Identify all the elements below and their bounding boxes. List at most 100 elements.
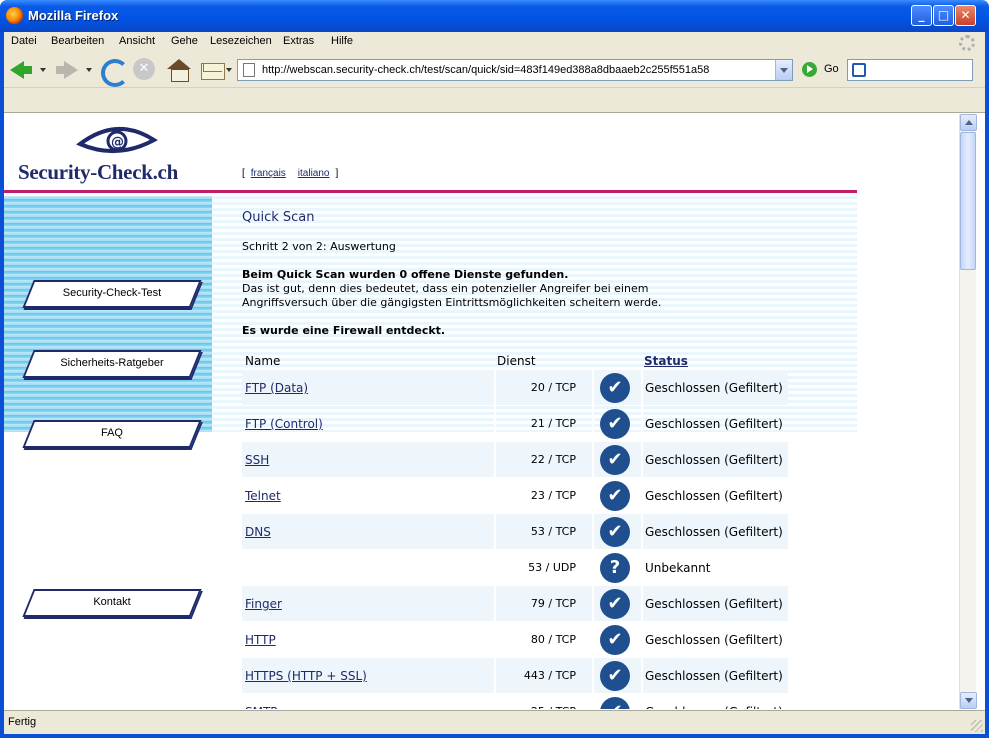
step-indicator: Schritt 2 von 2: Auswertung [242, 240, 396, 253]
vertical-scrollbar[interactable] [959, 114, 977, 709]
nav-sicherheits-ratgeber[interactable]: Sicherheits-Ratgeber [22, 350, 202, 378]
table-row: DNS 53 / TCP ✔ Geschlossen (Gefiltert) [242, 514, 788, 550]
status-text: Fertig [8, 716, 37, 728]
service-port: 20 / TCP [530, 381, 576, 394]
menu-hilfe[interactable]: Hilfe [331, 35, 353, 47]
service-port: 25 / TCP [498, 705, 576, 709]
service-name-link[interactable]: Telnet [245, 489, 281, 503]
forward-dropdown-icon[interactable] [86, 68, 92, 72]
service-status: Unbekannt [645, 561, 711, 575]
sidebar-background [4, 196, 212, 432]
forward-icon[interactable] [54, 58, 80, 82]
back-dropdown-icon[interactable] [40, 68, 46, 72]
column-header-dienst: Dienst [497, 354, 536, 368]
service-port: 53 / UDP [528, 561, 576, 574]
go-button[interactable]: Go [824, 63, 839, 75]
scroll-thumb[interactable] [960, 132, 976, 270]
language-switcher: [français italiano] [242, 168, 339, 179]
logo-text: Security-Check.ch [18, 160, 178, 184]
menu-lesezeichen[interactable]: Lesezeichen [210, 35, 272, 47]
url-bar[interactable]: http://webscan.security-check.ch/test/sc… [237, 59, 793, 81]
column-header-name: Name [245, 354, 281, 368]
resize-grip-icon[interactable] [971, 720, 983, 732]
nav-faq[interactable]: FAQ [22, 420, 202, 448]
maximize-button[interactable]: □ [933, 5, 954, 26]
service-port: 443 / TCP [523, 669, 576, 682]
menu-ansicht[interactable]: Ansicht [119, 35, 155, 47]
menu-bar: Datei Bearbeiten Ansicht Gehe Lesezeiche… [4, 32, 985, 52]
url-dropdown-icon[interactable] [775, 60, 792, 80]
svg-text:@: @ [111, 135, 124, 150]
lang-link-francais[interactable]: français [251, 168, 286, 179]
service-name-link[interactable]: FTP (Data) [245, 381, 308, 395]
page-viewport: @ Security-Check.ch [français italiano] S… [4, 114, 959, 709]
nav-kontakt[interactable]: Kontakt [22, 589, 202, 617]
service-port: 80 / TCP [530, 633, 576, 646]
table-row: FTP (Control) 21 / TCP ✔ Geschlossen (Gefil… [242, 406, 788, 442]
firewall-notice: Es wurde eine Firewall entdeckt. [242, 324, 446, 337]
home-icon[interactable] [166, 58, 192, 82]
results-table: FTP (Data) 20 / TCP ✔ Geschlossen (Gefilter… [242, 370, 788, 709]
page-icon [243, 63, 255, 77]
table-row: Finger 79 / TCP ✔ Geschlossen (Gefiltert) [242, 586, 788, 622]
service-status: Geschlossen (Gefiltert) [645, 525, 783, 539]
firefox-logo-icon [6, 7, 23, 24]
check-icon: ✔ [600, 517, 630, 547]
menu-gehe[interactable]: Gehe [171, 35, 198, 47]
check-icon: ✔ [600, 409, 630, 439]
service-port: 53 / TCP [530, 525, 576, 538]
lang-link-italiano[interactable]: italiano [298, 168, 330, 179]
service-status: Geschlossen (Gefiltert) [645, 453, 783, 467]
site-logo[interactable]: @ Security-Check.ch [18, 124, 203, 186]
service-status: Geschlossen (Gefiltert) [645, 705, 783, 709]
table-row: Telnet 23 / TCP ✔ Geschlossen (Gefiltert) [242, 478, 788, 514]
service-name-link[interactable]: HTTP [245, 633, 276, 647]
eye-logo-icon: @ [76, 127, 158, 154]
title-bar: Mozilla Firefox _ □ ✕ [0, 0, 989, 32]
question-icon: ? [600, 553, 630, 583]
stop-icon[interactable] [132, 58, 158, 82]
search-input[interactable] [847, 59, 973, 81]
navigation-toolbar: http://webscan.security-check.ch/test/sc… [4, 52, 985, 88]
check-icon: ✔ [600, 373, 630, 403]
reload-icon[interactable] [99, 58, 129, 87]
scroll-up-button[interactable] [960, 114, 977, 131]
bookmarks-toolbar [4, 88, 985, 113]
minimize-button[interactable]: _ [911, 5, 932, 26]
service-name-link[interactable]: DNS [245, 525, 271, 539]
back-icon[interactable] [8, 58, 34, 82]
search-engine-icon[interactable] [852, 63, 866, 77]
scan-summary-line-1: Das ist gut, denn dies bedeutet, dass ei… [242, 282, 649, 295]
mail-dropdown-icon[interactable] [226, 68, 232, 72]
table-row: FTP (Data) 20 / TCP ✔ Geschlossen (Gefilter… [242, 370, 788, 406]
service-port: 21 / TCP [530, 417, 576, 430]
go-icon[interactable] [802, 62, 817, 77]
scroll-down-button[interactable] [960, 692, 977, 709]
service-name-link[interactable]: SMTP [245, 705, 278, 709]
menu-bearbeiten[interactable]: Bearbeiten [51, 35, 104, 47]
service-name-link[interactable]: FTP (Control) [245, 417, 323, 431]
menu-datei[interactable]: Datei [11, 35, 37, 47]
service-status: Geschlossen (Gefiltert) [645, 669, 783, 683]
url-text[interactable]: http://webscan.security-check.ch/test/sc… [262, 64, 709, 76]
menu-extras[interactable]: Extras [283, 35, 314, 47]
service-status: Geschlossen (Gefiltert) [645, 417, 783, 431]
service-name-link[interactable]: Finger [245, 597, 282, 611]
column-header-status[interactable]: Status [644, 354, 688, 368]
service-port: 79 / TCP [530, 597, 576, 610]
service-status: Geschlossen (Gefiltert) [645, 597, 783, 611]
service-name-link[interactable]: HTTPS (HTTP + SSL) [245, 669, 367, 683]
service-status: Geschlossen (Gefiltert) [645, 633, 783, 647]
nav-security-check-test[interactable]: Security-Check-Test [22, 280, 202, 308]
close-button[interactable]: ✕ [955, 5, 976, 26]
service-port: 23 / TCP [530, 489, 576, 502]
scan-summary-line-2: Angriffsversuch über die gängigsten Eint… [242, 296, 662, 309]
table-row: HTTP 80 / TCP ✔ Geschlossen (Gefiltert) [242, 622, 788, 658]
mail-icon[interactable] [200, 58, 226, 82]
service-name-link[interactable]: SSH [245, 453, 269, 467]
page-title: Quick Scan [242, 210, 315, 225]
table-row: SMTP 25 / TCP ✔ Geschlossen (Gefiltert) [242, 694, 788, 709]
service-status: Geschlossen (Gefiltert) [645, 489, 783, 503]
check-icon: ✔ [600, 625, 630, 655]
service-status: Geschlossen (Gefiltert) [645, 381, 783, 395]
